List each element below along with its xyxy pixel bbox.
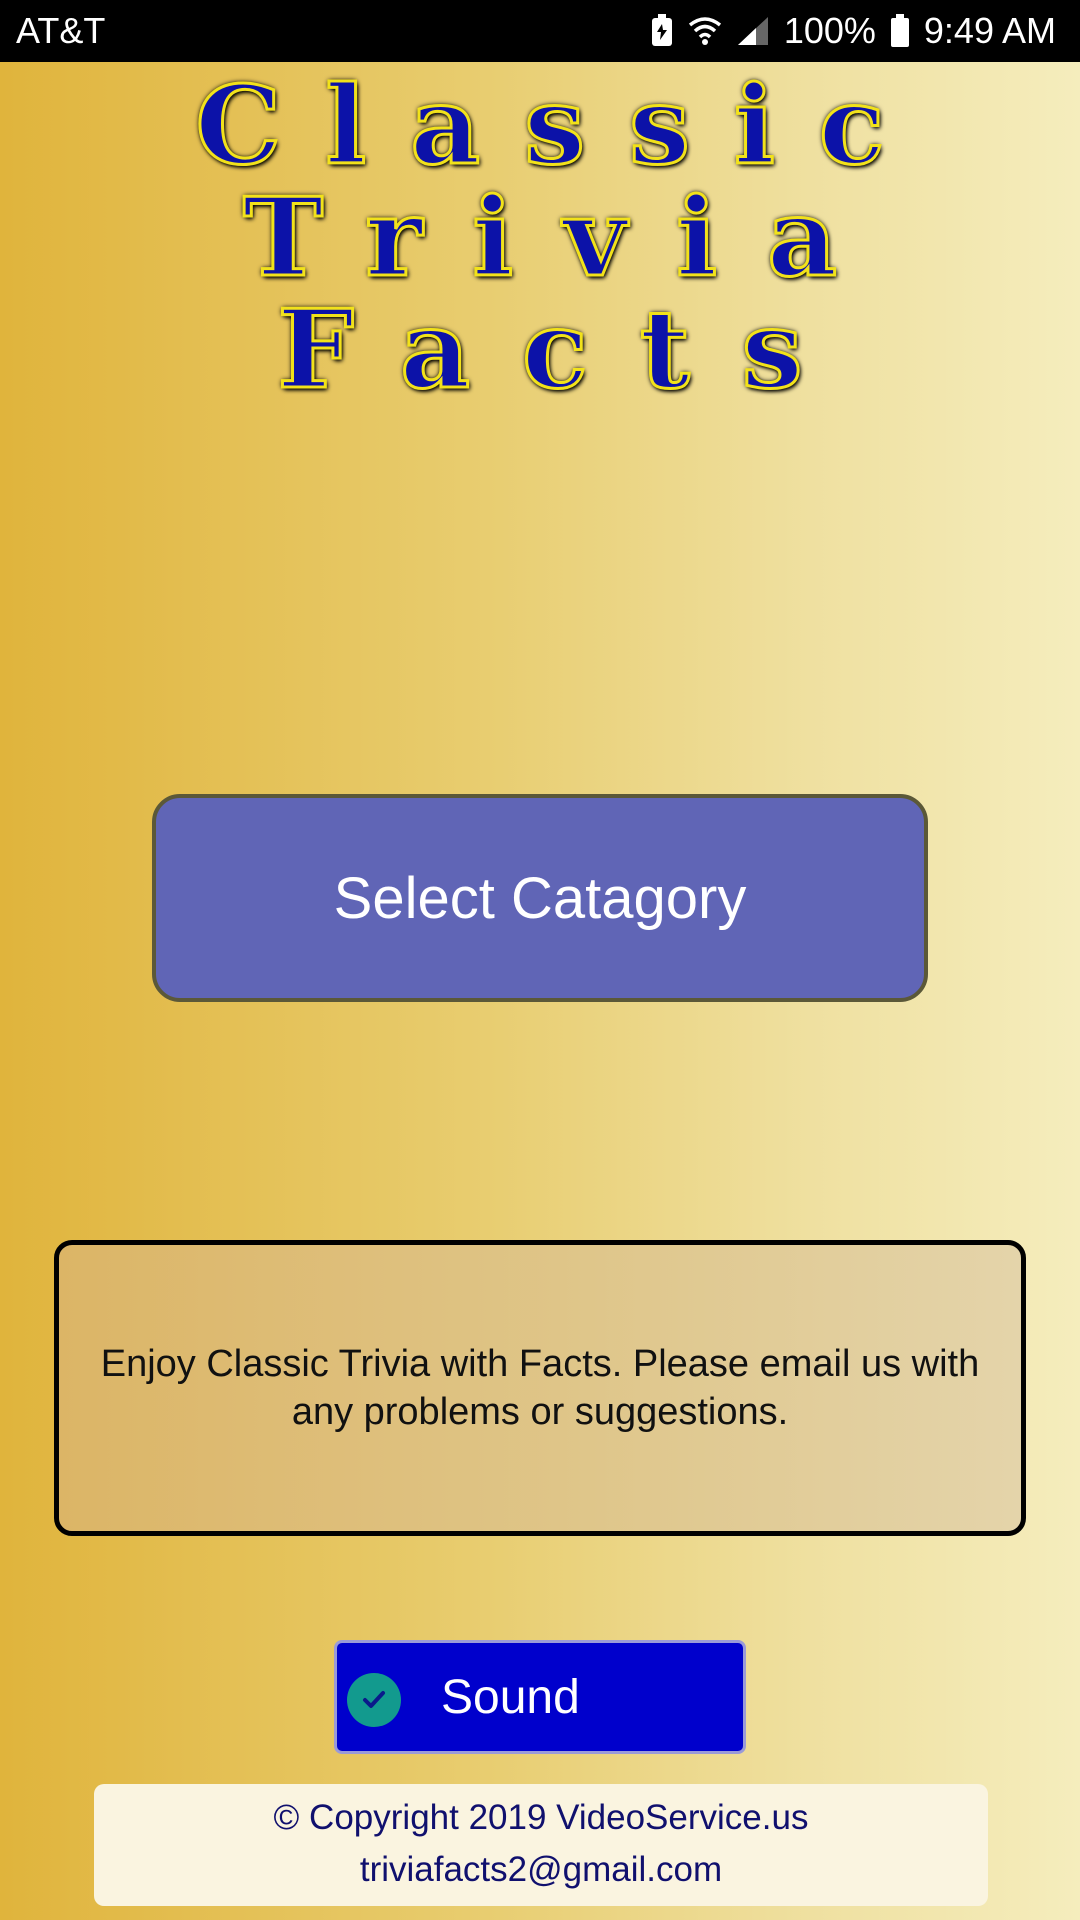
app-logo: Classic Trivia Facts — [0, 63, 1080, 413]
wifi-icon — [688, 15, 722, 47]
battery-saver-icon — [650, 14, 674, 48]
sound-toggle[interactable]: Sound — [334, 1640, 746, 1754]
logo-line-classic: Classic — [194, 63, 929, 189]
select-category-label: Select Catagory — [333, 865, 747, 931]
signal-icon — [736, 15, 770, 47]
info-message-text: Enjoy Classic Trivia with Facts. Please … — [100, 1343, 980, 1433]
info-message-box: Enjoy Classic Trivia with Facts. Please … — [54, 1240, 1026, 1536]
logo-line-facts: Facts — [276, 287, 855, 413]
carrier-label: AT&T — [16, 10, 106, 51]
battery-icon — [890, 14, 910, 48]
status-bar: AT&T 100% 9:49 AM — [0, 0, 1080, 62]
check-icon[interactable] — [347, 1673, 401, 1727]
clock: 9:49 AM — [923, 10, 1056, 51]
battery-percent: 100% — [783, 10, 876, 51]
select-category-button[interactable]: Select Catagory — [152, 794, 928, 1002]
contact-email[interactable]: triviafacts2@gmail.com — [94, 1844, 988, 1896]
copyright-footer: © Copyright 2019 VideoService.us triviaf… — [94, 1784, 988, 1906]
status-icons: 100% 9:49 AM — [650, 10, 1056, 52]
sound-label: Sound — [441, 1670, 580, 1724]
copyright-text: © Copyright 2019 VideoService.us — [273, 1798, 809, 1837]
logo-line-trivia: Trivia — [241, 175, 888, 301]
